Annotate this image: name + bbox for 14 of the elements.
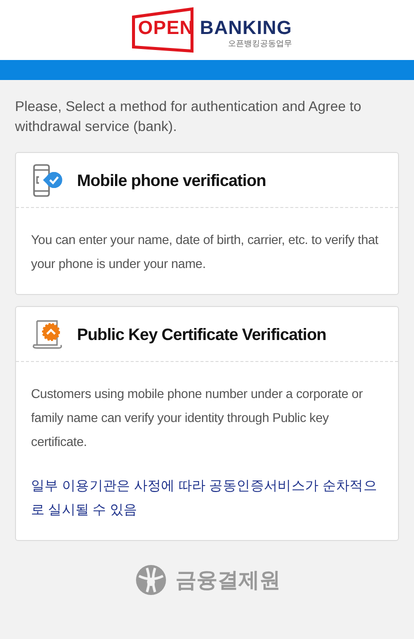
method-card[interactable]: Mobile phone verification You can enter your name, date of birth, carrier, etc. to verify that your phone is under your name. bbox=[15, 152, 399, 295]
logo-text: BANKING bbox=[200, 19, 292, 39]
method-note: 일부 이용기관은 사정에 따라 공동인증서비스가 순차적으로 실시될 수 있음 bbox=[31, 477, 378, 519]
method-description: You can enter your name, date of birth, carrier, etc. to verify that your phone is under your name. bbox=[31, 231, 380, 273]
phone-check-icon bbox=[31, 164, 65, 198]
method-card[interactable] bbox=[15, 306, 399, 541]
logo-frame-icon bbox=[132, 7, 194, 53]
method-title: Public Key Certificate Verification bbox=[77, 326, 326, 344]
brand-logo-icon bbox=[134, 563, 168, 597]
intro-text: Please, Select a method for authentication and Agree to withdrawal service (bank). bbox=[15, 97, 362, 136]
method-title: Mobile phone verification bbox=[77, 172, 266, 190]
logo-subtitle: 오픈뱅킹공동업무 bbox=[228, 39, 292, 49]
brand-name: 금융결제원 bbox=[176, 568, 280, 594]
method-description: Customers using mobile phone number under a corporate or family name can verify your identity through Public key certificate. bbox=[31, 385, 364, 451]
